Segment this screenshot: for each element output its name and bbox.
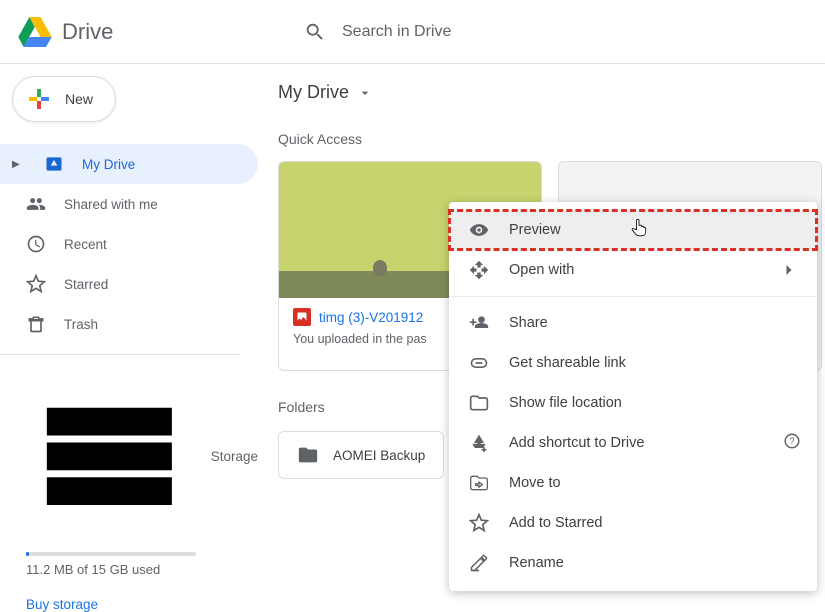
context-menu: Preview Open with Share Get shareable li… (449, 202, 817, 591)
folder-outline-icon (469, 393, 489, 413)
trash-icon (26, 314, 46, 334)
ctx-label: Share (509, 315, 548, 331)
ctx-preview[interactable]: Preview (449, 210, 817, 250)
star-outline-icon (469, 513, 489, 533)
sidebar-item-trash[interactable]: Trash (0, 304, 258, 344)
breadcrumb[interactable]: My Drive (278, 82, 825, 103)
person-add-icon (469, 313, 489, 333)
logo-area[interactable]: Drive (0, 17, 280, 47)
drive-folder-icon (44, 154, 64, 174)
divider (0, 354, 240, 355)
quick-access-title: Quick Access (278, 131, 825, 147)
ctx-add-starred[interactable]: Add to Starred (449, 503, 817, 543)
search-bar[interactable]: Search in Drive (280, 21, 451, 43)
star-icon (26, 274, 46, 294)
app-header: Drive Search in Drive (0, 0, 825, 64)
ctx-label: Preview (509, 222, 561, 238)
sidebar-item-label: My Drive (82, 157, 135, 172)
drive-add-icon (469, 433, 489, 453)
sidebar-item-label: Starred (64, 277, 108, 292)
rename-icon (469, 553, 489, 573)
sidebar-item-label: Trash (64, 317, 98, 332)
ctx-label: Move to (509, 475, 561, 491)
svg-text:?: ? (789, 436, 794, 446)
eye-icon (469, 220, 489, 240)
ctx-move-to[interactable]: Move to (449, 463, 817, 503)
folder-item[interactable]: AOMEI Backup (278, 431, 444, 479)
open-with-icon (469, 260, 489, 280)
people-icon (26, 194, 46, 214)
help-icon[interactable]: ? (783, 432, 801, 454)
expand-arrow-icon[interactable]: ▶ (12, 159, 22, 170)
caret-down-icon (357, 85, 373, 101)
buy-storage-link[interactable]: Buy storage (26, 597, 258, 612)
ctx-add-shortcut[interactable]: Add shortcut to Drive ? (449, 423, 817, 463)
sidebar-item-starred[interactable]: Starred (0, 264, 258, 304)
nav-list: ▶ My Drive Shared with me Recent Starred… (0, 144, 258, 612)
new-button[interactable]: New (12, 76, 116, 122)
sidebar-item-shared[interactable]: Shared with me (0, 184, 258, 224)
storage-icon (26, 373, 193, 540)
storage-section: Storage 11.2 MB of 15 GB used Buy storag… (0, 365, 258, 612)
quick-card-title: timg (3)-V201912 (319, 310, 423, 325)
storage-usage-text: 11.2 MB of 15 GB used (26, 562, 258, 577)
ctx-show-location[interactable]: Show file location (449, 383, 817, 423)
chevron-right-icon (779, 260, 799, 280)
folder-name: AOMEI Backup (333, 448, 425, 463)
folder-icon (297, 444, 319, 466)
app-name: Drive (62, 19, 113, 45)
divider (449, 296, 817, 297)
ctx-open-with[interactable]: Open with (449, 250, 817, 290)
image-file-icon (293, 308, 311, 326)
plus-icon (27, 87, 51, 111)
ctx-label: Get shareable link (509, 355, 626, 371)
clock-icon (26, 234, 46, 254)
sidebar-item-storage[interactable]: Storage (26, 373, 258, 540)
ctx-label: Show file location (509, 395, 622, 411)
sidebar-item-label: Recent (64, 237, 107, 252)
link-icon (469, 353, 489, 373)
ctx-share[interactable]: Share (449, 303, 817, 343)
ctx-label: Open with (509, 262, 574, 278)
cursor-hand-icon (629, 218, 649, 238)
ctx-label: Rename (509, 555, 564, 571)
search-placeholder: Search in Drive (342, 23, 451, 41)
ctx-label: Add shortcut to Drive (509, 435, 644, 451)
ctx-rename[interactable]: Rename (449, 543, 817, 583)
storage-label: Storage (211, 449, 258, 464)
breadcrumb-label: My Drive (278, 82, 349, 103)
move-icon (469, 473, 489, 493)
sidebar-item-recent[interactable]: Recent (0, 224, 258, 264)
storage-bar (26, 552, 196, 556)
ctx-shareable-link[interactable]: Get shareable link (449, 343, 817, 383)
sidebar-item-label: Shared with me (64, 197, 158, 212)
ctx-label: Add to Starred (509, 515, 603, 531)
drive-logo-icon (18, 17, 52, 47)
search-icon (304, 21, 326, 43)
sidebar-item-my-drive[interactable]: ▶ My Drive (0, 144, 258, 184)
sidebar: New ▶ My Drive Shared with me Recent Sta… (0, 64, 258, 561)
new-button-label: New (65, 91, 93, 107)
